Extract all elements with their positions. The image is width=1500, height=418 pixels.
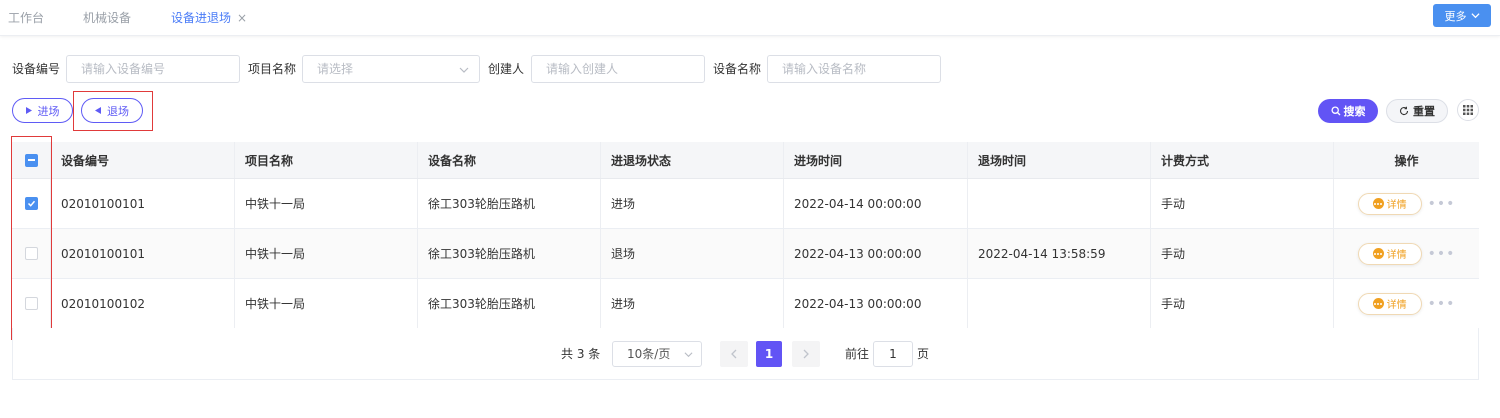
- exit-label: 退场: [107, 104, 129, 118]
- cell-billing: 手动: [1151, 279, 1334, 328]
- tab-equipment-entry-exit[interactable]: 设备进退场 ×: [171, 0, 247, 36]
- enter-label: 进场: [37, 104, 60, 118]
- caret-right-icon: [25, 107, 32, 114]
- cell-name: 徐工303轮胎压路机: [418, 229, 601, 278]
- exit-button[interactable]: 退场: [81, 98, 143, 123]
- col-actions: 操作: [1394, 153, 1419, 168]
- reset-label: 重置: [1413, 105, 1435, 118]
- cell-status: 进场: [601, 279, 784, 328]
- col-project-name: 项目名称: [235, 142, 418, 178]
- search-icon: [1330, 106, 1340, 116]
- project-name-select[interactable]: 请选择: [302, 55, 480, 83]
- more-circle-icon: [1372, 248, 1384, 259]
- cell-name: 徐工303轮胎压路机: [418, 179, 601, 228]
- cell-code: 02010100101: [51, 179, 235, 228]
- page-size-value: 10条/页: [627, 347, 671, 361]
- caret-left-icon: [95, 107, 101, 114]
- cell-code: 02010100102: [51, 279, 235, 328]
- goto-prefix: 前往: [845, 347, 870, 361]
- next-page-button[interactable]: [792, 341, 820, 367]
- prev-page-button[interactable]: [720, 341, 748, 367]
- search-label: 搜索: [1343, 105, 1366, 118]
- cell-enter-time: 2022-04-13 00:00:00: [784, 279, 968, 328]
- equipment-code-input[interactable]: 请输入设备编号: [66, 55, 240, 83]
- tab-machinery[interactable]: 机械设备: [83, 0, 131, 36]
- table-header: 设备编号 项目名称 设备名称 进退场状态 进场时间 退场时间 计费方式 操作: [12, 142, 1479, 179]
- more-button[interactable]: 更多: [1433, 4, 1491, 27]
- cell-project: 中铁十一局: [235, 179, 418, 228]
- cell-name: 徐工303轮胎压路机: [418, 279, 601, 328]
- detail-label: 详情: [1386, 200, 1407, 211]
- detail-label: 详情: [1386, 250, 1407, 261]
- chevron-down-icon: [1470, 13, 1480, 19]
- cell-project: 中铁十一局: [235, 229, 418, 278]
- cell-billing: 手动: [1151, 179, 1334, 228]
- equipment-code-label: 设备编号: [12, 62, 61, 76]
- cell-actions: 详情 •••: [1334, 229, 1479, 278]
- page-size-select[interactable]: 10条/页: [612, 341, 702, 367]
- more-actions-icon[interactable]: •••: [1428, 296, 1456, 312]
- cell-exit-time: [968, 279, 1151, 328]
- cell-actions: 详情 •••: [1334, 179, 1479, 228]
- refresh-icon: [1400, 106, 1409, 116]
- cell-code: 02010100101: [51, 229, 235, 278]
- more-circle-icon: [1372, 198, 1384, 209]
- enter-button[interactable]: 进场: [12, 98, 73, 123]
- cell-exit-time: [968, 179, 1151, 228]
- col-equipment-code: 设备编号: [51, 142, 235, 178]
- col-enter-time: 进场时间: [784, 142, 968, 178]
- column-settings-button[interactable]: [1457, 99, 1479, 121]
- tab-workbench[interactable]: 工作台: [8, 0, 44, 36]
- close-icon[interactable]: ×: [237, 11, 247, 25]
- goto-suffix: 页: [917, 347, 930, 361]
- col-exit-time: 退场时间: [968, 142, 1151, 178]
- detail-button[interactable]: 详情: [1357, 292, 1422, 315]
- col-entry-status: 进退场状态: [601, 142, 784, 178]
- more-label: 更多: [1444, 9, 1467, 23]
- tab-label: 设备进退场: [171, 11, 232, 25]
- goto-page-input[interactable]: 1: [873, 341, 913, 367]
- creator-label: 创建人: [488, 62, 525, 76]
- cell-enter-time: 2022-04-13 00:00:00: [784, 229, 968, 278]
- cell-status: 退场: [601, 229, 784, 278]
- grid-icon: [1463, 105, 1473, 115]
- chevron-down-icon: [459, 67, 469, 73]
- cell-enter-time: 2022-04-14 00:00:00: [784, 179, 968, 228]
- tab-bar: 工作台 机械设备 设备进退场 × 更多: [0, 0, 1500, 36]
- search-button[interactable]: 搜索: [1318, 99, 1378, 123]
- detail-label: 详情: [1386, 300, 1407, 311]
- detail-button[interactable]: 详情: [1357, 242, 1422, 265]
- page-number-current[interactable]: 1: [756, 341, 782, 367]
- project-name-label: 项目名称: [248, 62, 297, 76]
- cell-actions: 详情 •••: [1334, 279, 1479, 328]
- col-equipment-name: 设备名称: [418, 142, 601, 178]
- cell-exit-time: 2022-04-14 13:58:59: [968, 229, 1151, 278]
- reset-button[interactable]: 重置: [1386, 99, 1448, 123]
- detail-button[interactable]: 详情: [1357, 192, 1422, 215]
- chevron-left-icon: [731, 349, 737, 359]
- highlight-box-checkboxes: [11, 136, 52, 340]
- col-billing: 计费方式: [1151, 142, 1334, 178]
- equipment-name-label: 设备名称: [713, 62, 762, 76]
- cell-status: 进场: [601, 179, 784, 228]
- cell-billing: 手动: [1151, 229, 1334, 278]
- more-actions-icon[interactable]: •••: [1428, 246, 1456, 262]
- chevron-right-icon: [803, 349, 809, 359]
- project-name-placeholder: 请选择: [317, 62, 354, 76]
- more-actions-icon[interactable]: •••: [1428, 196, 1456, 212]
- table-row[interactable]: 02010100102 中铁十一局 徐工303轮胎压路机 进场 2022-04-…: [12, 279, 1479, 329]
- more-circle-icon: [1372, 298, 1384, 309]
- creator-input[interactable]: 请输入创建人: [531, 55, 705, 83]
- cell-project: 中铁十一局: [235, 279, 418, 328]
- chevron-down-icon: [684, 352, 693, 358]
- table-row[interactable]: 02010100101 中铁十一局 徐工303轮胎压路机 退场 2022-04-…: [12, 229, 1479, 279]
- table-row[interactable]: 02010100101 中铁十一局 徐工303轮胎压路机 进场 2022-04-…: [12, 179, 1479, 229]
- equipment-name-input[interactable]: 请输入设备名称: [767, 55, 941, 83]
- pagination-total: 共 3 条: [561, 347, 601, 361]
